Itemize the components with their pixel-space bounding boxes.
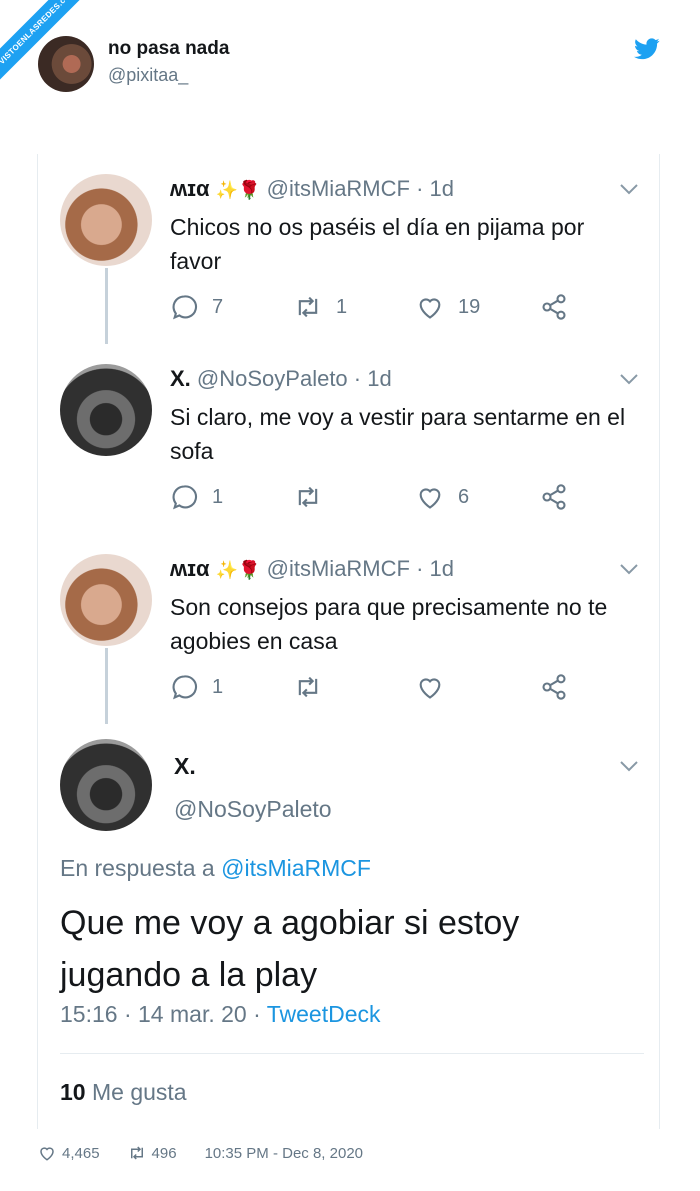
action-bar: 7 1 19	[170, 292, 630, 322]
share-icon	[542, 674, 566, 700]
heart-icon	[40, 1147, 54, 1161]
handle[interactable]: @NoSoyPaleto	[174, 796, 332, 823]
likes-label: Me gusta	[91, 1079, 187, 1105]
tweet-meta: 15:16 · 14 mar. 20 · TweetDeck	[60, 1001, 381, 1028]
chevron-down-icon[interactable]	[619, 562, 639, 576]
handle[interactable]: @NoSoyPaleto	[197, 366, 348, 391]
dot-separator: ·	[123, 1001, 132, 1027]
tweet-screenshot-card: ʍɪα ✨🌹 @itsMiaRMCF · 1d Chicos no os pas…	[37, 154, 660, 1129]
reply-icon	[172, 675, 198, 700]
reply-button[interactable]: 1	[170, 672, 223, 702]
like-button[interactable]: 6	[416, 482, 469, 512]
like-count: 19	[458, 295, 481, 318]
thread-reply[interactable]: X. @NoSoyPaleto · 1d Si claro, me voy a …	[38, 344, 661, 534]
display-name[interactable]: X.	[170, 366, 191, 391]
timestamp[interactable]: 1d	[367, 366, 391, 391]
likes-count: 10	[60, 1079, 86, 1105]
chevron-down-icon[interactable]	[619, 759, 639, 773]
avatar[interactable]	[60, 364, 152, 456]
display-name[interactable]: X.	[174, 753, 196, 780]
likes-summary[interactable]: 10 Me gusta	[60, 1079, 187, 1106]
replying-prefix: En respuesta a	[60, 855, 215, 881]
name-emoji: ✨🌹	[215, 560, 261, 580]
action-bar: 1 6	[170, 482, 630, 512]
avatar[interactable]	[60, 554, 152, 646]
name-emoji: ✨🌹	[215, 180, 261, 200]
chevron-down-icon[interactable]	[619, 182, 639, 196]
divider	[60, 1053, 644, 1054]
timestamp[interactable]: 1d	[430, 176, 454, 201]
dot-separator: ·	[416, 176, 424, 201]
reply-icon	[172, 485, 198, 510]
like-button[interactable]: 19	[416, 292, 480, 322]
client-link[interactable]: TweetDeck	[267, 1001, 381, 1027]
reply-header: ʍɪα ✨🌹 @itsMiaRMCF · 1d	[170, 556, 454, 582]
thread-connector	[105, 268, 108, 344]
tweet-date[interactable]: 14 mar. 20	[138, 1001, 247, 1027]
avatar[interactable]	[60, 174, 152, 266]
replying-to: En respuesta a @itsMiaRMCF	[60, 855, 371, 882]
handle[interactable]: @itsMiaRMCF	[267, 176, 410, 201]
retweet-icon	[298, 486, 318, 508]
action-bar: 1	[170, 672, 630, 702]
timestamp[interactable]: 1d	[430, 556, 454, 581]
mention-link[interactable]: @itsMiaRMCF	[221, 855, 371, 881]
share-icon	[542, 294, 566, 320]
share-button[interactable]	[540, 292, 582, 322]
share-button[interactable]	[540, 482, 582, 512]
retweet-button[interactable]	[294, 482, 336, 512]
like-count: 6	[458, 485, 470, 508]
heart-icon	[419, 488, 441, 509]
tweet-body: Que me voy a agobiar si estoy jugando a …	[60, 904, 520, 994]
reply-header: ʍɪα ✨🌹 @itsMiaRMCF · 1d	[170, 176, 454, 202]
thread-reply[interactable]: ʍɪα ✨🌹 @itsMiaRMCF · 1d Chicos no os pas…	[38, 154, 661, 344]
share-icon	[542, 484, 566, 510]
embed-like-button[interactable]: 4,465	[38, 1144, 114, 1162]
chevron-down-icon[interactable]	[619, 372, 639, 386]
author-handle[interactable]: @pixitaa_	[108, 65, 188, 86]
reply-count: 7	[212, 295, 224, 318]
dot-separator: ·	[253, 1001, 261, 1027]
dot-separator: ·	[416, 556, 424, 581]
retweet-icon	[298, 676, 318, 698]
retweet-button[interactable]: 1	[294, 292, 347, 322]
dot-separator: ·	[353, 366, 362, 391]
like-button[interactable]	[416, 672, 458, 702]
embed-header: no pasa nada @pixitaa_	[38, 36, 678, 96]
embed-retweet-button[interactable]: 496	[128, 1144, 191, 1162]
embed-retweet-count: 496	[151, 1144, 177, 1162]
embed-timestamp[interactable]: 10:35 PM - Dec 8, 2020	[205, 1145, 363, 1162]
retweet-icon	[130, 1146, 143, 1160]
thread-connector	[105, 648, 108, 724]
reply-count: 1	[212, 675, 224, 698]
reply-button[interactable]: 1	[170, 482, 223, 512]
reply-button[interactable]: 7	[170, 292, 223, 322]
retweet-button[interactable]	[294, 672, 336, 702]
reply-icon	[172, 295, 198, 320]
avatar[interactable]	[60, 739, 152, 831]
tweet-text: Si claro, me voy a vestir para sentarme …	[170, 404, 626, 464]
author-name[interactable]: no pasa nada	[108, 38, 229, 60]
twitter-bird-icon[interactable]	[634, 38, 660, 60]
embed-footer: 4,465 496 10:35 PM - Dec 8, 2020	[38, 1144, 377, 1162]
reply-header: X. @NoSoyPaleto · 1d	[170, 366, 392, 392]
reply-count: 1	[212, 485, 224, 508]
tweet-time[interactable]: 15:16	[60, 1001, 118, 1027]
tweet-text: Chicos no os paséis el día en pijama por…	[170, 214, 585, 274]
heart-icon	[419, 678, 441, 699]
author-avatar[interactable]	[38, 36, 94, 92]
display-name[interactable]: ʍɪα	[170, 556, 210, 581]
display-name[interactable]: ʍɪα	[170, 176, 210, 201]
retweet-icon	[298, 296, 318, 318]
heart-icon	[419, 298, 441, 319]
tweet-text: Son consejos para que precisamente no te…	[170, 594, 608, 654]
share-button[interactable]	[540, 672, 582, 702]
thread-reply[interactable]: ʍɪα ✨🌹 @itsMiaRMCF · 1d Son consejos par…	[38, 534, 661, 724]
handle[interactable]: @itsMiaRMCF	[267, 556, 410, 581]
retweet-count: 1	[336, 295, 348, 318]
embed-like-count: 4,465	[62, 1144, 100, 1162]
